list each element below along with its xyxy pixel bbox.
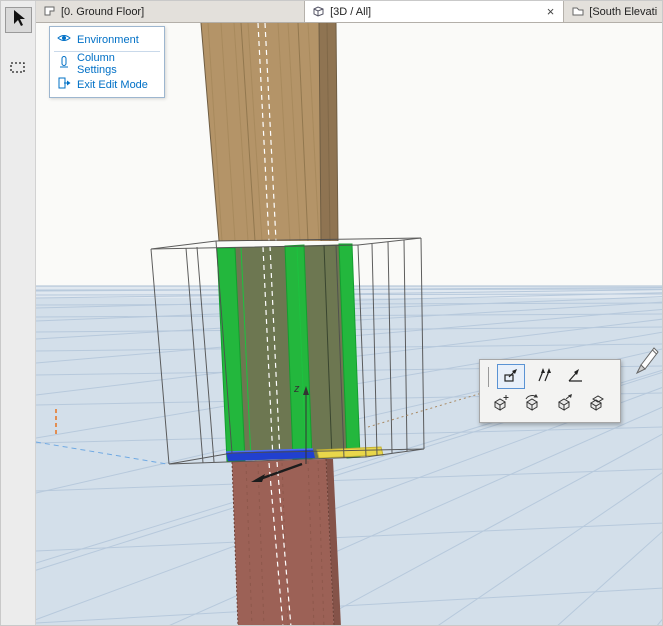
tab-label: [0. Ground Floor] — [61, 5, 145, 18]
close-icon[interactable]: × — [545, 5, 557, 18]
menu-item-label: Environment — [77, 33, 139, 46]
pet-offset-box-button[interactable] — [550, 392, 578, 417]
pet-move-box-button[interactable] — [486, 392, 514, 417]
pet-palette-row-2 — [486, 392, 614, 417]
pet-skew-angle-button[interactable] — [561, 364, 589, 389]
scene-3d: z — [36, 23, 662, 625]
pet-palette-row-1 — [486, 364, 614, 389]
multiply-box-icon — [587, 394, 605, 415]
tool-select-arrow[interactable] — [4, 7, 32, 33]
z-axis-label: z — [293, 383, 300, 395]
tab-label: [3D / All] — [330, 5, 372, 18]
exit-icon — [57, 76, 71, 93]
menu-item-label: Exit Edit Mode — [77, 78, 148, 91]
column-lower-brown[interactable] — [231, 458, 341, 625]
column-upper-wood[interactable] — [200, 23, 339, 242]
pet-palette — [479, 359, 621, 423]
menu-item-environment[interactable]: Environment — [50, 29, 164, 50]
viewport-3d[interactable]: z Environment Column Settings Exit Edit … — [36, 23, 662, 625]
pet-stretch-button[interactable] — [497, 364, 525, 389]
arrow-cursor-icon — [8, 8, 28, 33]
menu-item-exit-edit-mode[interactable]: Exit Edit Mode — [50, 74, 164, 95]
column-core-selected[interactable] — [216, 243, 361, 462]
floor-plan-icon — [43, 4, 56, 20]
skew-icon — [534, 366, 552, 387]
pet-skew-button[interactable] — [529, 364, 557, 389]
rotate-box-icon — [523, 394, 541, 415]
palette-separator — [488, 366, 489, 387]
tab-south-elevation[interactable]: [South Elevati — [564, 1, 662, 22]
edit-mode-menu: Environment Column Settings Exit Edit Mo… — [49, 26, 165, 98]
pet-rotate-box-button[interactable] — [518, 392, 546, 417]
offset-box-icon — [555, 394, 573, 415]
menu-item-label: Column Settings — [77, 51, 117, 76]
tab-ground-floor[interactable]: [0. Ground Floor] — [36, 1, 306, 22]
tool-marquee[interactable] — [5, 57, 32, 83]
stretch-icon — [502, 366, 520, 387]
tab-label: [South Elevati — [589, 5, 658, 18]
box-3d-icon — [312, 4, 325, 20]
toolbox — [1, 1, 36, 625]
pencil-cursor-icon — [634, 345, 660, 382]
main-column: [0. Ground Floor] [3D / All] × [South El… — [36, 1, 662, 625]
pet-multiply-box-button[interactable] — [582, 392, 610, 417]
archicad-window: [0. Ground Floor] [3D / All] × [South El… — [0, 0, 663, 626]
menu-item-column-settings[interactable]: Column Settings — [50, 51, 164, 76]
move-box-icon — [491, 394, 509, 415]
marquee-icon — [8, 58, 28, 83]
skew-angle-icon — [566, 366, 584, 387]
tab-3d-all[interactable]: [3D / All] × — [305, 1, 565, 22]
eye-icon — [57, 31, 71, 48]
column-icon — [57, 55, 71, 72]
tab-bar: [0. Ground Floor] [3D / All] × [South El… — [36, 1, 662, 23]
elevation-icon — [571, 4, 584, 20]
